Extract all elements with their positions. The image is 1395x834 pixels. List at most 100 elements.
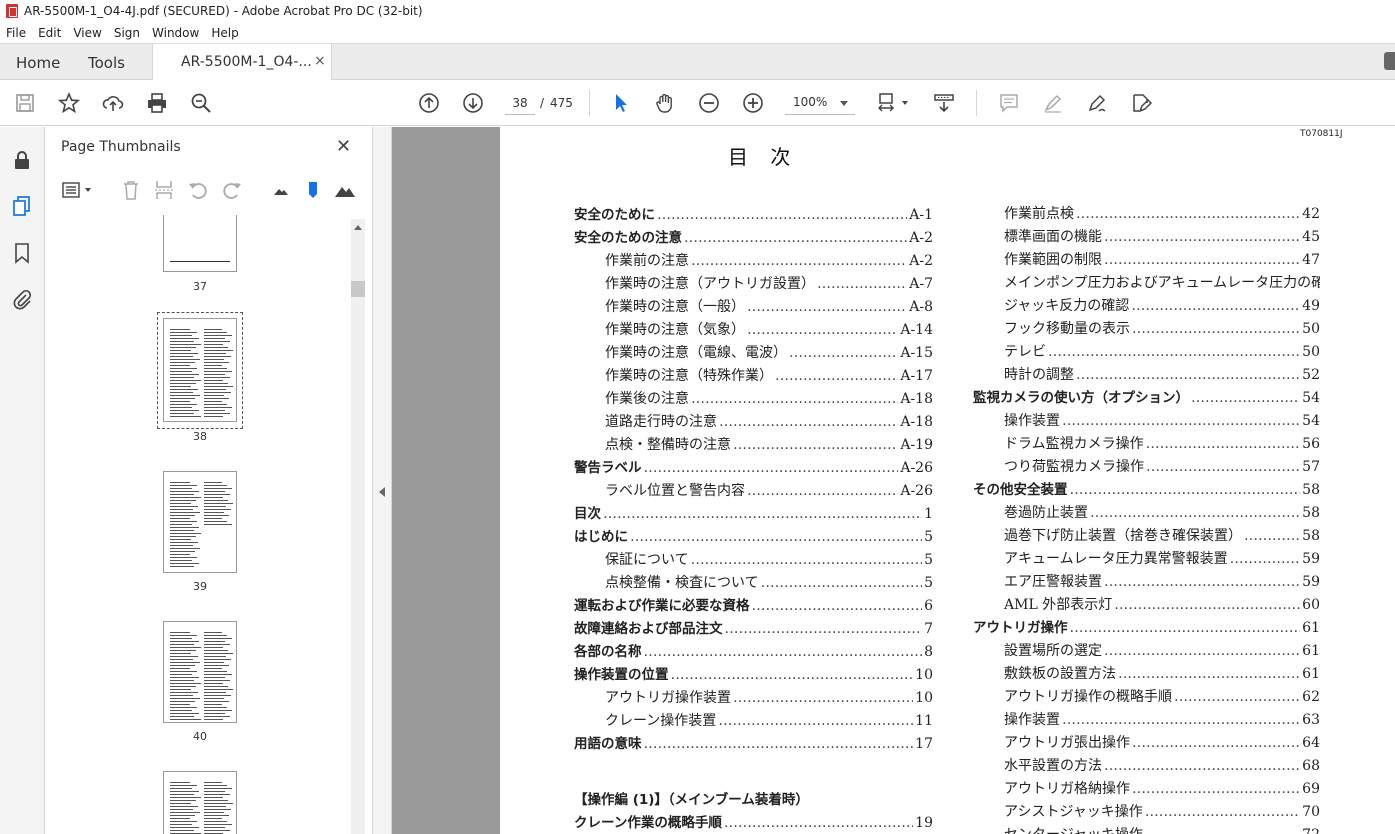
toc-entry[interactable]: 点検整備・検査について 5	[605, 573, 933, 593]
hand-pan-icon[interactable]	[653, 91, 677, 115]
toc-entry[interactable]: 用語の意味 17	[574, 734, 933, 754]
previous-page-icon[interactable]	[417, 91, 441, 115]
toc-entry[interactable]: メインポンプ圧力およびアキュームレータ圧力の確認49	[1004, 273, 1320, 293]
rotate-left-icon[interactable]	[187, 179, 209, 201]
menu-sign[interactable]: Sign	[114, 26, 140, 40]
toc-entry[interactable]: テレビ 50	[1004, 342, 1320, 362]
toc-entry[interactable]: 作業時の注意（一般） A-8	[605, 297, 933, 317]
zoom-level-select[interactable]: 100%	[785, 91, 855, 115]
toc-entry[interactable]: つり荷監視カメラ操作 57	[1004, 457, 1320, 477]
scroll-up-icon[interactable]	[354, 225, 362, 230]
toc-entry[interactable]: 過巻下げ防止装置（捨巻き確保装置） 58	[1004, 526, 1320, 546]
toc-entry[interactable]: 敷鉄板の設置方法 61	[1004, 664, 1320, 684]
toc-entry[interactable]: 目次 1	[574, 504, 933, 524]
tab-close-icon[interactable]: ×	[314, 53, 326, 69]
toc-entry[interactable]: 操作装置の位置 10	[574, 665, 933, 685]
toc-entry[interactable]: 点検・整備時の注意 A-19	[605, 435, 933, 455]
document-viewport[interactable]: T070811J 目 次 安全のために A-1 安全のための注意 A-2 作業前の注意 A…	[392, 127, 1395, 834]
toc-entry[interactable]: 各部の名称 8	[574, 642, 933, 662]
toc-entry[interactable]: AML 外部表示灯 60	[1004, 595, 1320, 615]
toc-entry[interactable]: 監視カメラの使い方（オプション） 54	[973, 388, 1320, 408]
toc-entry[interactable]: アウトリガ格納操作 69	[1004, 779, 1320, 799]
lock-icon[interactable]	[11, 149, 33, 171]
toc-entry[interactable]: 設置場所の選定 61	[1004, 641, 1320, 661]
toc-entry[interactable]: クレーン作業の概略手順 19	[574, 813, 933, 833]
save-icon[interactable]	[13, 91, 37, 115]
zoom-search-icon[interactable]	[189, 91, 213, 115]
toc-entry[interactable]: 作業時の注意（気象） A-14	[605, 320, 933, 340]
toc-entry[interactable]: アウトリガ操作の概略手順 62	[1004, 687, 1320, 707]
toc-entry[interactable]: アウトリガ操作 61	[973, 618, 1320, 638]
tab-document[interactable]: AR-5500M-1_O4-... ×	[152, 44, 332, 81]
thumbnail-size-slider-icon[interactable]	[302, 179, 324, 201]
bookmarks-icon[interactable]	[11, 242, 33, 264]
tab-tools[interactable]: Tools	[88, 54, 125, 72]
toc-entry[interactable]: ラベル位置と警告内容 A-26	[605, 481, 933, 501]
toc-entry[interactable]: 故障連絡および部品注文 7	[574, 619, 933, 639]
panel-collapse-handle[interactable]	[373, 127, 392, 834]
help-icon[interactable]	[1384, 52, 1395, 70]
menu-view[interactable]: View	[73, 26, 101, 40]
insert-page-icon[interactable]	[153, 179, 175, 201]
protect-edit-icon[interactable]	[1129, 91, 1153, 115]
highlight-pen-icon[interactable]	[1041, 91, 1065, 115]
toc-entry[interactable]: 作業後の注意 A-18	[605, 389, 933, 409]
page-thumbnail[interactable]	[163, 215, 237, 272]
toc-entry[interactable]: 巻過防止装置 58	[1004, 503, 1320, 523]
toc-entry[interactable]: アウトリガ張出操作 64	[1004, 733, 1320, 753]
zoom-in-icon[interactable]	[741, 91, 765, 115]
select-cursor-icon[interactable]	[609, 91, 633, 115]
attachments-paperclip-icon[interactable]	[11, 288, 33, 310]
zoom-out-icon[interactable]	[697, 91, 721, 115]
toc-entry[interactable]: アキュームレータ圧力異常警報装置 59	[1004, 549, 1320, 569]
toc-entry[interactable]: 安全のために A-1	[574, 205, 933, 225]
sign-pen-icon[interactable]	[1085, 91, 1109, 115]
toc-entry[interactable]: ジャッキ反力の確認 49	[1004, 296, 1320, 316]
toc-entry[interactable]: はじめに 5	[574, 527, 933, 547]
toc-entry[interactable]: 道路走行時の注意 A-18	[605, 412, 933, 432]
page-thumbnail[interactable]	[163, 771, 237, 834]
toc-entry[interactable]: 標準画面の機能 45	[1004, 227, 1320, 247]
menu-file[interactable]: File	[6, 26, 26, 40]
menu-edit[interactable]: Edit	[38, 26, 61, 40]
toc-entry[interactable]: 操作装置 63	[1004, 710, 1320, 730]
toc-entry[interactable]: 作業範囲の制限 47	[1004, 250, 1320, 270]
toc-entry[interactable]: フック移動量の表示 50	[1004, 319, 1320, 339]
toc-entry[interactable]: 作業時の注意（特殊作業） A-17	[605, 366, 933, 386]
toc-entry[interactable]: 安全のための注意 A-2	[574, 228, 933, 248]
scrollbar-thumb[interactable]	[351, 281, 365, 297]
options-menu-icon[interactable]	[61, 179, 95, 201]
menu-window[interactable]: Window	[152, 26, 199, 40]
toc-entry[interactable]: 水平設置の方法 68	[1004, 756, 1320, 776]
page-thumbnail[interactable]	[163, 621, 237, 723]
page-thumbnails-icon[interactable]	[11, 195, 33, 217]
toc-entry[interactable]: アウトリガ操作装置 10	[605, 688, 933, 708]
toc-entry[interactable]: 警告ラベル A-26	[574, 458, 933, 478]
print-icon[interactable]	[145, 91, 169, 115]
toc-entry[interactable]: 操作装置 54	[1004, 411, 1320, 431]
next-page-icon[interactable]	[461, 91, 485, 115]
tab-home[interactable]: Home	[16, 54, 60, 72]
delete-page-icon[interactable]	[120, 179, 142, 201]
toc-entry[interactable]: 保証について 5	[605, 550, 933, 570]
toc-entry[interactable]: 作業前点検 42	[1004, 204, 1320, 224]
bookmark-star-icon[interactable]	[57, 91, 81, 115]
thumbnail-small-icon[interactable]	[270, 179, 292, 201]
toc-entry[interactable]: 作業時の注意（アウトリガ設置） A-7	[605, 274, 933, 294]
toc-entry[interactable]: その他安全装置 58	[973, 480, 1320, 500]
menu-help[interactable]: Help	[211, 26, 238, 40]
toc-entry[interactable]: ドラム監視カメラ操作 56	[1004, 434, 1320, 454]
fit-page-icon[interactable]	[876, 91, 912, 115]
rotate-right-icon[interactable]	[221, 179, 243, 201]
toc-entry[interactable]: 時計の調整 52	[1004, 365, 1320, 385]
chevron-left-icon[interactable]	[379, 487, 385, 497]
thumbnail-large-icon[interactable]	[334, 179, 356, 201]
page-thumbnail[interactable]	[163, 471, 237, 573]
thumbnail-scrollbar[interactable]	[351, 219, 365, 834]
toc-entry[interactable]: エア圧警報装置 59	[1004, 572, 1320, 592]
toc-entry[interactable]: 作業前の注意 A-2	[605, 251, 933, 271]
toc-entry[interactable]: アシストジャッキ操作 70	[1004, 802, 1320, 822]
toc-entry[interactable]: クレーン操作装置 11	[605, 711, 933, 731]
page-number-input[interactable]	[505, 91, 535, 115]
comment-icon[interactable]	[997, 91, 1021, 115]
